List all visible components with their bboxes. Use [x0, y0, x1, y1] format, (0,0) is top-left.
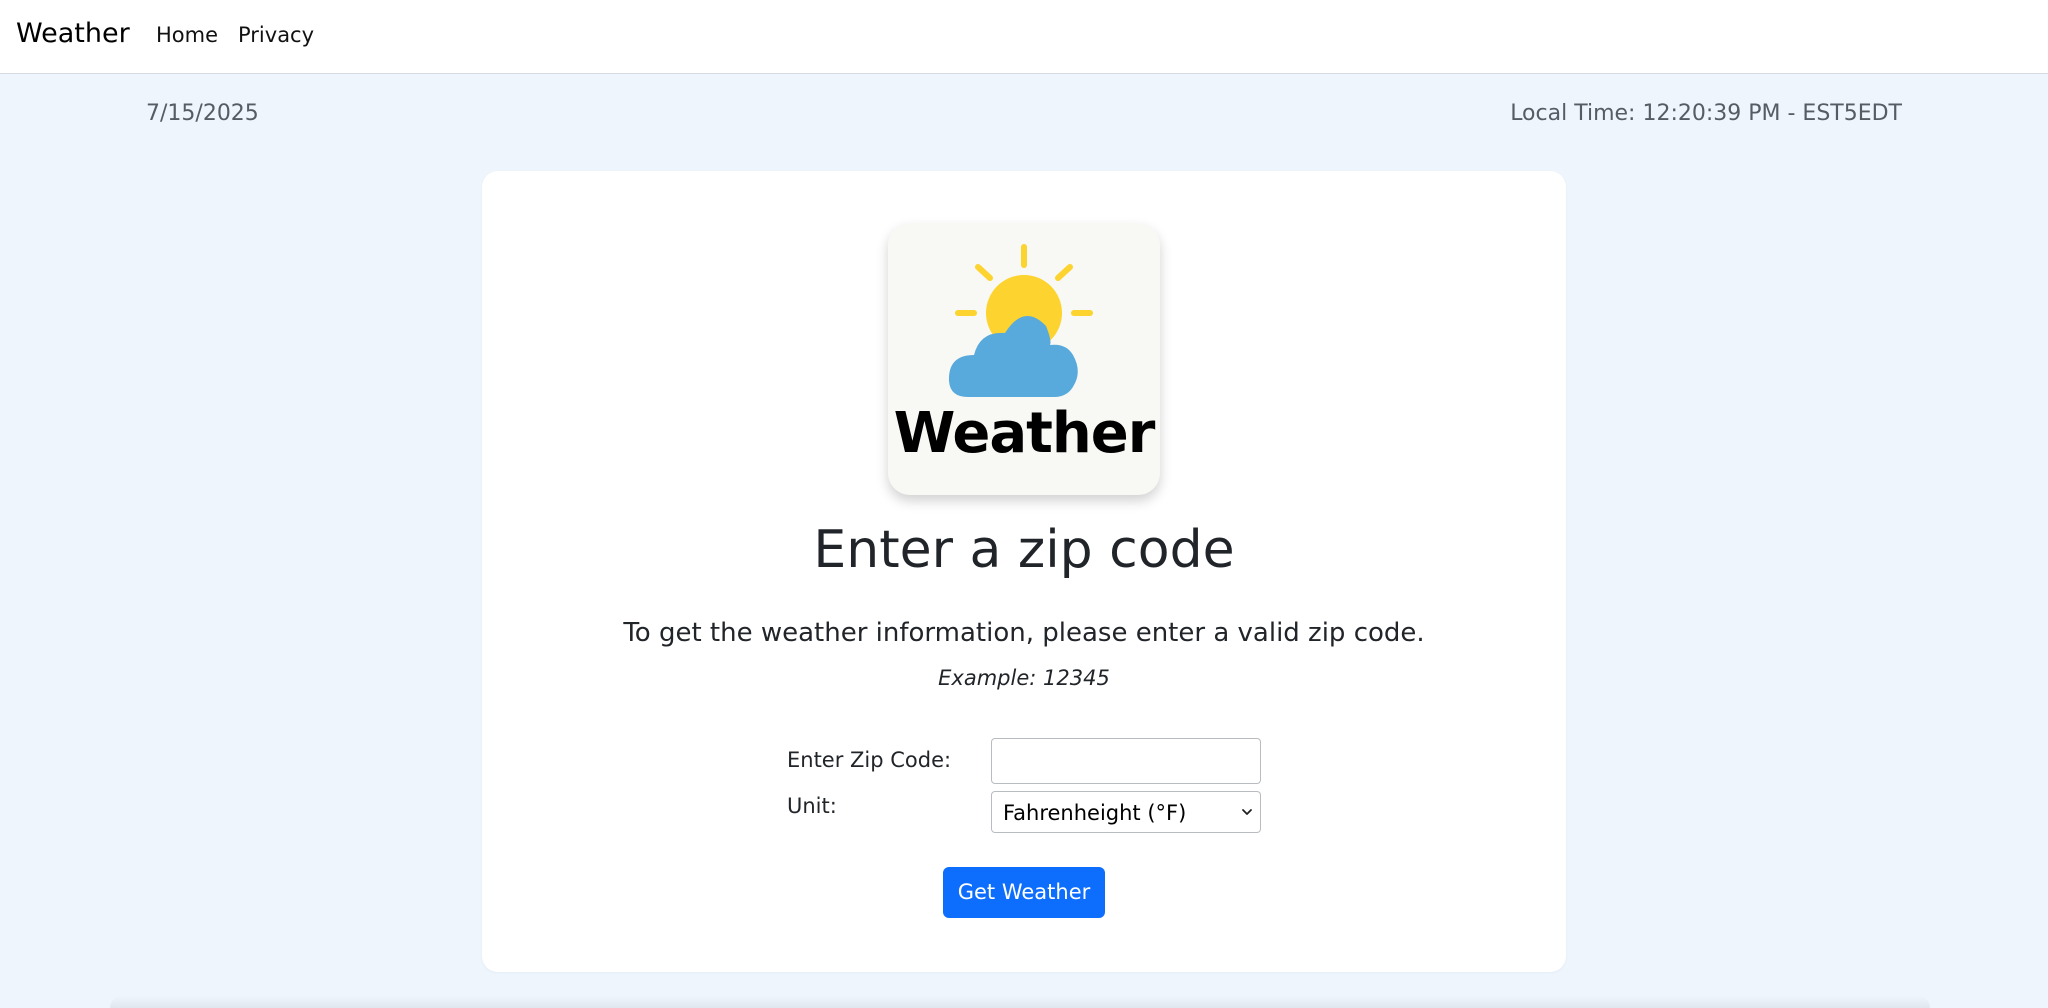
get-weather-button[interactable]: Get Weather	[943, 867, 1105, 918]
weather-logo: Weather	[888, 223, 1160, 495]
zip-form-card: Weather Enter a zip code To get the weat…	[482, 171, 1566, 972]
brand-link[interactable]: Weather	[16, 18, 130, 49]
chevron-down-icon	[1242, 809, 1252, 815]
instructions-text: To get the weather information, please e…	[623, 618, 1425, 648]
nav-link-home[interactable]: Home	[156, 23, 218, 47]
zip-code-input[interactable]	[991, 738, 1261, 784]
nav-link-privacy[interactable]: Privacy	[238, 23, 314, 47]
top-navbar: Weather Home Privacy	[0, 0, 2048, 74]
unit-selected-value: Fahrenheight (°F)	[1003, 801, 1187, 825]
logo-wordmark: Weather	[893, 401, 1156, 466]
current-date: 7/15/2025	[146, 101, 259, 126]
zip-code-label: Enter Zip Code:	[787, 748, 952, 772]
unit-label: Unit:	[787, 794, 837, 818]
local-time: Local Time: 12:20:39 PM - EST5EDT	[1510, 101, 1902, 126]
unit-select[interactable]: Fahrenheight (°F)	[991, 791, 1261, 833]
example-text: Example: 12345	[938, 666, 1110, 690]
page-heading: Enter a zip code	[813, 520, 1235, 580]
footer-shadow	[110, 996, 1930, 1008]
